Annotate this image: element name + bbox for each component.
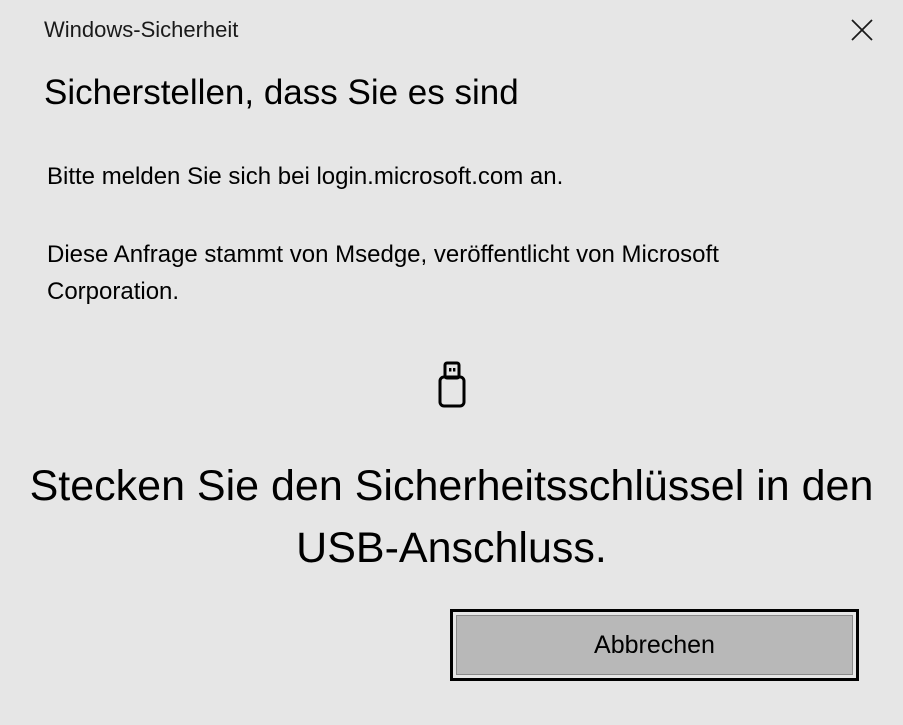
usb-key-icon [438, 361, 466, 408]
cancel-button[interactable]: Abbrechen [450, 609, 859, 681]
insert-key-instruction: Stecken Sie den Sicherheitsschlüssel in … [29, 462, 874, 572]
request-source-message: Diese Anfrage stammt von Msedge, veröffe… [47, 241, 719, 305]
cancel-button-label: Abbrechen [456, 615, 853, 675]
dialog-heading: Sicherstellen, dass Sie es sind [44, 73, 519, 112]
login-message: Bitte melden Sie sich bei login.microsof… [47, 163, 564, 190]
close-icon [851, 19, 873, 41]
window-title: Windows-Sicherheit [44, 17, 239, 42]
close-button[interactable] [840, 8, 884, 52]
